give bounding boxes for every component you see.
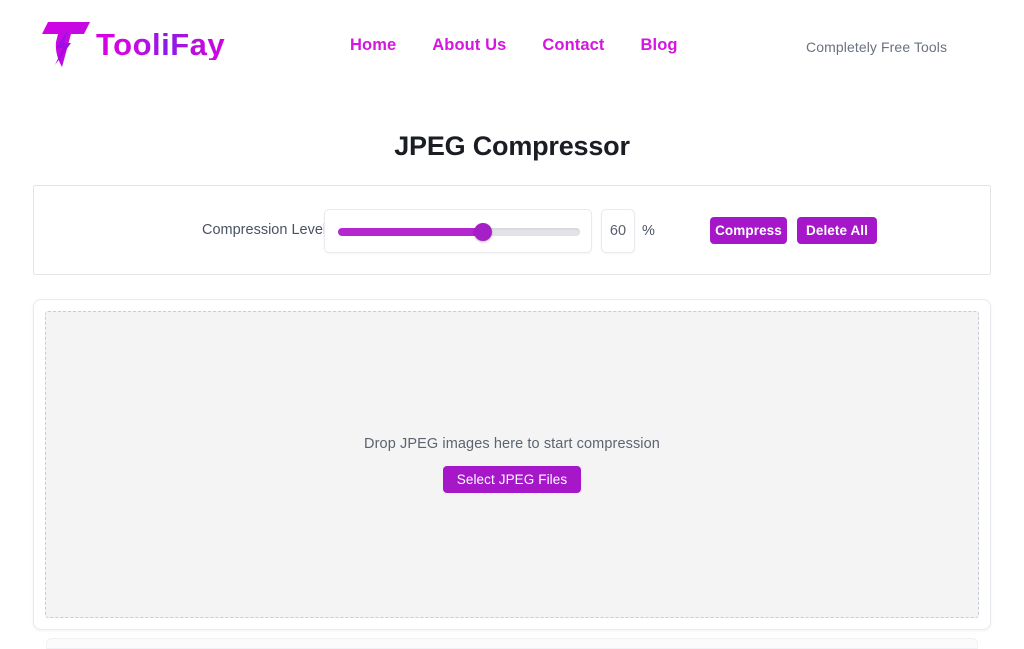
nav-item-contact[interactable]: Contact [542,36,604,55]
site-header: TooliFay Home About Us Contact Blog Comp… [0,0,1024,92]
header-tagline: Completely Free Tools [806,39,948,55]
main-nav: Home About Us Contact Blog [350,36,678,55]
compression-level-label: Compression Level [202,222,327,238]
file-dropzone[interactable]: Drop JPEG images here to start compressi… [45,311,979,618]
dropzone-prompt: Drop JPEG images here to start compressi… [364,436,660,452]
compression-level-slider[interactable] [324,209,592,253]
lightning-t-logo-icon [38,18,94,70]
brand-logo-link[interactable]: TooliFay [38,16,225,72]
page-title: JPEG Compressor [394,131,630,161]
delete-all-button[interactable]: Delete All [797,217,877,244]
upload-card: Drop JPEG images here to start compressi… [33,299,991,630]
slider-fill [338,228,484,236]
slider-track[interactable] [338,223,580,241]
slider-thumb[interactable] [474,223,493,241]
brand-name: TooliFay [96,26,226,62]
compression-value-input[interactable]: 60 [601,209,635,253]
compress-button[interactable]: Compress [710,217,787,244]
controls-row: Compression Level 60 % Compress Delete A… [34,186,992,276]
percent-symbol: % [642,223,655,239]
app-page: TooliFay Home About Us Contact Blog Comp… [0,0,1024,649]
nav-item-about-us[interactable]: About Us [432,36,506,55]
nav-item-blog[interactable]: Blog [641,36,678,55]
next-section-peek [46,638,978,649]
compression-controls-card: Compression Level 60 % Compress Delete A… [33,185,991,275]
select-jpeg-files-button[interactable]: Select JPEG Files [442,466,582,493]
nav-item-home[interactable]: Home [350,36,396,55]
